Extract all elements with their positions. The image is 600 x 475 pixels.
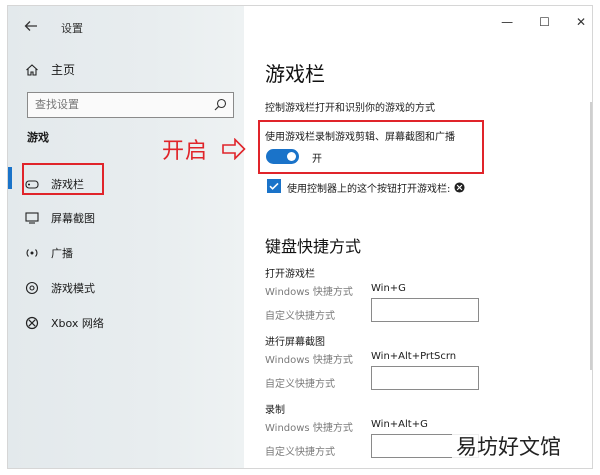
page-title: 游戏栏: [265, 62, 325, 86]
windows-shortcut-label: Windows 快捷方式: [265, 355, 353, 366]
close-icon[interactable]: ✕: [576, 15, 586, 29]
sidebar: 设置 主页 游戏 游戏栏 屏幕截图 广播 游戏模式: [8, 6, 244, 468]
sidebar-item-xbox-network[interactable]: Xbox 网络: [25, 311, 104, 335]
active-indicator: [8, 167, 12, 189]
sidebar-item-label: 广播: [51, 247, 73, 260]
search-icon[interactable]: [214, 98, 227, 111]
toggle-knob: [287, 152, 296, 161]
xbox-icon: [25, 316, 39, 330]
home-icon: [26, 63, 38, 76]
content-pane: — ☐ ✕ 游戏栏 控制游戏栏打开和识别你的游戏的方式 使用游戏栏录制游戏剪辑、…: [244, 6, 592, 468]
custom-shortcut-label: 自定义快捷方式: [265, 379, 335, 390]
custom-shortcut-label: 自定义快捷方式: [265, 311, 335, 322]
game-mode-icon: [25, 281, 39, 295]
sidebar-item-label: Xbox 网络: [51, 317, 104, 330]
section-label: 游戏: [27, 131, 49, 144]
windows-shortcut-value: Win+G: [371, 283, 406, 294]
broadcast-icon: [26, 249, 38, 257]
windows-shortcut-value: Win+Alt+G: [371, 419, 428, 430]
window-controls: — ☐ ✕: [501, 15, 586, 29]
scrollbar[interactable]: [590, 102, 592, 370]
sidebar-item-label: 游戏模式: [51, 282, 95, 295]
sidebar-item-game-mode[interactable]: 游戏模式: [25, 276, 95, 300]
windows-shortcut-label: Windows 快捷方式: [265, 423, 353, 434]
page-description: 控制游戏栏打开和识别你的游戏的方式: [265, 103, 435, 114]
controller-checkbox[interactable]: [267, 179, 281, 193]
search-input[interactable]: [35, 98, 205, 111]
custom-shortcut-input[interactable]: [371, 298, 479, 322]
sidebar-item-broadcast[interactable]: 广播: [25, 241, 73, 265]
minimize-icon[interactable]: —: [501, 15, 513, 29]
home-label: 主页: [51, 63, 76, 77]
custom-shortcut-input[interactable]: [371, 366, 479, 390]
windows-shortcut-label: Windows 快捷方式: [265, 287, 353, 298]
annotation-arrow-icon: [222, 138, 246, 160]
record-toggle[interactable]: [266, 149, 299, 164]
back-arrow-icon[interactable]: [24, 19, 42, 37]
windows-shortcut-value: Win+Alt+PrtScrn: [371, 351, 457, 362]
toggle-state-label: 开: [312, 154, 322, 165]
shortcut-group-title: 打开游戏栏: [265, 269, 315, 280]
xbox-button-icon: [454, 182, 465, 193]
controller-setting: 使用控制器上的这个按钮打开游戏栏:: [287, 180, 465, 195]
sidebar-item-home[interactable]: 主页: [25, 61, 75, 78]
settings-window: 设置 主页 游戏 游戏栏 屏幕截图 广播 游戏模式: [7, 5, 593, 469]
custom-shortcut-label: 自定义快捷方式: [265, 447, 335, 458]
controller-setting-label: 使用控制器上的这个按钮打开游戏栏:: [287, 184, 451, 195]
sidebar-item-capture[interactable]: 屏幕截图: [25, 206, 95, 230]
window-title: 设置: [61, 22, 83, 35]
maximize-icon[interactable]: ☐: [539, 15, 550, 29]
shortcut-group-title: 进行屏幕截图: [265, 337, 325, 348]
shortcut-group-title: 录制: [265, 405, 285, 416]
search-box[interactable]: [27, 92, 234, 118]
record-setting-label: 使用游戏栏录制游戏剪辑、屏幕截图和广播: [265, 132, 455, 143]
shortcuts-title: 键盘快捷方式: [265, 237, 362, 256]
highlight-box-nav: [22, 163, 104, 195]
sidebar-item-label: 屏幕截图: [51, 212, 95, 225]
watermark: 易坊好文馆: [452, 431, 565, 461]
capture-icon: [25, 212, 39, 224]
annotation-label: 开启: [162, 139, 209, 164]
